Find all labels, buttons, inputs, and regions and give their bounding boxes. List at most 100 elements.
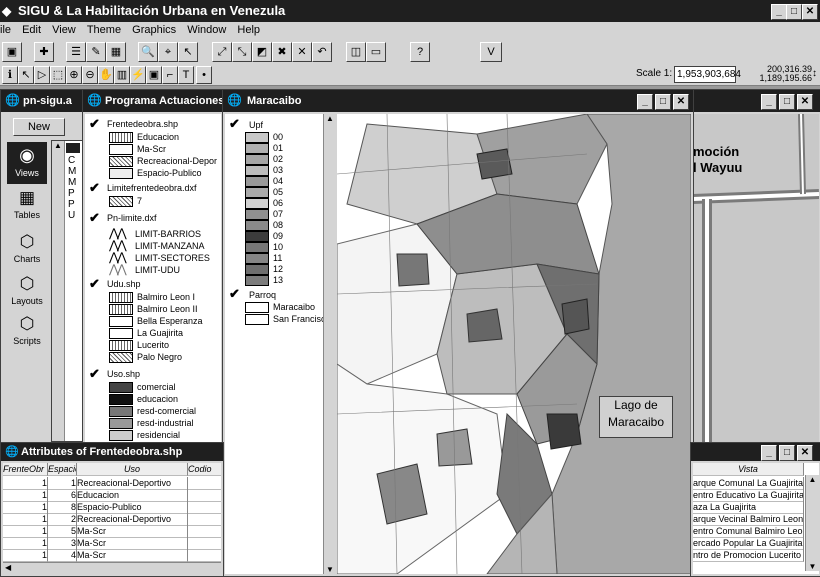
udu-visible-check[interactable]: ✔ xyxy=(89,276,100,292)
close-icon[interactable]: ✕ xyxy=(797,94,813,110)
menu-edit[interactable]: Edit xyxy=(18,22,45,38)
vertex-edit-icon[interactable]: ▷ xyxy=(34,66,50,84)
upf-theme-name[interactable]: Upf xyxy=(249,120,263,130)
column-header[interactable]: Espacio xyxy=(48,463,77,476)
minimize-icon[interactable]: _ xyxy=(637,94,653,110)
menu-graphics[interactable]: Graphics xyxy=(128,22,180,38)
maracaibo-map[interactable]: Lago de Maracaibo xyxy=(337,114,691,574)
layouts-doc[interactable]: ⬡ Layouts xyxy=(7,272,47,312)
table-cell[interactable]: 1 xyxy=(3,549,48,562)
column-header[interactable]: Uso xyxy=(77,463,188,476)
new-button[interactable]: New xyxy=(13,118,65,136)
vista-vscrollbar[interactable]: ▲ ▼ xyxy=(805,475,819,571)
zoom-out-icon[interactable]: ✕ xyxy=(292,42,312,62)
doc-list-item[interactable]: M xyxy=(68,177,76,188)
program-title-bar: 🌐 Programa Actuaciones xyxy=(83,90,224,112)
table-cell[interactable]: 4 xyxy=(48,549,77,562)
maximize-icon[interactable]: □ xyxy=(779,94,795,110)
views-doc[interactable]: ◉ Views xyxy=(7,142,47,184)
measure-icon[interactable]: ▥ xyxy=(114,66,130,84)
zoom-selected-icon[interactable]: ◩ xyxy=(252,42,272,62)
clear-selected-icon[interactable]: ◫ xyxy=(346,42,366,62)
column-header[interactable]: FrenteObr xyxy=(3,463,48,476)
hotlink-icon[interactable]: ⚡ xyxy=(130,66,146,84)
doc-list-item[interactable]: M xyxy=(68,166,76,177)
zoom-active-icon[interactable]: ⤡ xyxy=(232,42,252,62)
maximize-icon[interactable]: □ xyxy=(786,4,802,20)
close-icon[interactable]: ✕ xyxy=(673,94,689,110)
zoom-out-tool-icon[interactable]: ⊖ xyxy=(82,66,98,84)
close-icon[interactable]: ✕ xyxy=(802,4,818,20)
charts-doc[interactable]: ⬡ Charts xyxy=(7,230,47,270)
minimize-icon[interactable]: _ xyxy=(761,94,777,110)
right-view-map[interactable]: moción l Wayuu xyxy=(693,114,819,444)
uso-visible-check[interactable]: ✔ xyxy=(89,366,100,382)
help-icon[interactable]: ? xyxy=(410,42,430,62)
doc-list[interactable]: ▲ C M M P P U xyxy=(51,140,83,442)
limite-visible-check[interactable]: ✔ xyxy=(89,180,100,196)
scripts-doc[interactable]: ⬡ Scripts xyxy=(7,312,47,352)
theme-properties-icon[interactable]: ☰ xyxy=(66,42,86,62)
pnlimite-visible-check[interactable]: ✔ xyxy=(89,210,100,226)
maximize-icon[interactable]: □ xyxy=(779,445,795,461)
add-theme-icon[interactable]: ✚ xyxy=(34,42,54,62)
upf-visible-check[interactable]: ✔ xyxy=(229,116,240,132)
attributes-grid[interactable]: FrenteObr Espacio Uso Codio 1 1 Recreacion… xyxy=(3,463,221,574)
table-cell[interactable] xyxy=(188,549,221,562)
menu-window[interactable]: Window xyxy=(183,22,230,38)
edit-legend-icon[interactable]: ✎ xyxy=(86,42,106,62)
text-icon[interactable]: T xyxy=(178,66,194,84)
pan-icon[interactable]: ✋ xyxy=(98,66,114,84)
table-cell[interactable]: Ma-Scr xyxy=(77,549,188,562)
parroq-theme-name[interactable]: Parroq xyxy=(249,290,276,300)
close-icon[interactable]: ✕ xyxy=(797,445,813,461)
doc-list-item[interactable]: P xyxy=(68,199,75,210)
limite-theme-name[interactable]: Limitefrentedeobra.dxf xyxy=(107,183,197,193)
open-table-icon[interactable]: ▦ xyxy=(106,42,126,62)
zoom-in-tool-icon[interactable]: ⊕ xyxy=(66,66,82,84)
zoom-full-icon[interactable]: ⤢ xyxy=(212,42,232,62)
maximize-icon[interactable]: □ xyxy=(655,94,671,110)
column-header[interactable]: Vista xyxy=(693,463,804,476)
toc-scrollbar[interactable]: ▲ ▼ xyxy=(323,114,335,574)
label-icon[interactable]: ⌐ xyxy=(162,66,178,84)
table-cell[interactable]: ntro de Promocion Lucerito xyxy=(693,549,804,562)
parroq-visible-check[interactable]: ✔ xyxy=(229,286,240,302)
menu-theme[interactable]: Theme xyxy=(83,22,125,38)
column-header[interactable]: Codio xyxy=(188,463,221,476)
zoom-in-icon[interactable]: ✖ xyxy=(272,42,292,62)
program-toc[interactable]: ✔ Frentedeobra.shp Educacion Ma-Scr Recr… xyxy=(85,114,221,444)
vista-grid[interactable]: Vista arque Comunal La Guajirita entro Ed… xyxy=(693,463,819,574)
doc-list-item[interactable]: C xyxy=(68,155,75,166)
minimize-icon[interactable]: _ xyxy=(761,445,777,461)
vertex-icon[interactable]: V xyxy=(480,42,502,62)
area-of-interest-icon[interactable]: ▣ xyxy=(146,66,162,84)
maracaibo-toc[interactable]: ✔ Upf 00 01 02 03 04 05 06 07 08 09 10 11 12 13 ✔ Par… xyxy=(225,114,335,574)
identify-icon[interactable]: ℹ xyxy=(2,66,18,84)
pointer-icon[interactable]: ↖ xyxy=(18,66,34,84)
scale-input[interactable]: 1,953,903,684 xyxy=(674,66,741,83)
pnlimite-theme-name[interactable]: Pn-limite.dxf xyxy=(107,213,157,223)
menu-help[interactable]: Help xyxy=(233,22,264,38)
swatch xyxy=(109,352,133,364)
uso-theme-name[interactable]: Uso.shp xyxy=(107,369,140,379)
zoom-previous-icon[interactable]: ↶ xyxy=(312,42,332,62)
save-icon[interactable]: ▣ xyxy=(2,42,22,62)
minimize-icon[interactable]: _ xyxy=(771,4,787,20)
attributes-hscrollbar[interactable]: ◀ xyxy=(3,562,221,574)
doc-list-scrollbar[interactable]: ▲ xyxy=(52,141,65,441)
udu-theme-name[interactable]: Udu.shp xyxy=(107,279,141,289)
tables-doc[interactable]: ▦ Tables xyxy=(7,186,47,226)
find-icon[interactable]: 🔍 xyxy=(138,42,158,62)
doc-list-item[interactable]: P xyxy=(68,188,75,199)
menu-file[interactable]: ile xyxy=(0,22,15,38)
menu-view[interactable]: View xyxy=(48,22,80,38)
layout-icon[interactable]: ▭ xyxy=(366,42,386,62)
draw-point-icon[interactable]: • xyxy=(196,66,212,84)
select-icon[interactable]: ↖ xyxy=(178,42,198,62)
frente-theme-name[interactable]: Frentedeobra.shp xyxy=(107,119,178,129)
locate-icon[interactable]: ⌖ xyxy=(158,42,178,62)
frente-visible-check[interactable]: ✔ xyxy=(89,116,100,132)
select-feature-icon[interactable]: ⬚ xyxy=(50,66,66,84)
doc-list-item[interactable]: U xyxy=(68,210,75,221)
